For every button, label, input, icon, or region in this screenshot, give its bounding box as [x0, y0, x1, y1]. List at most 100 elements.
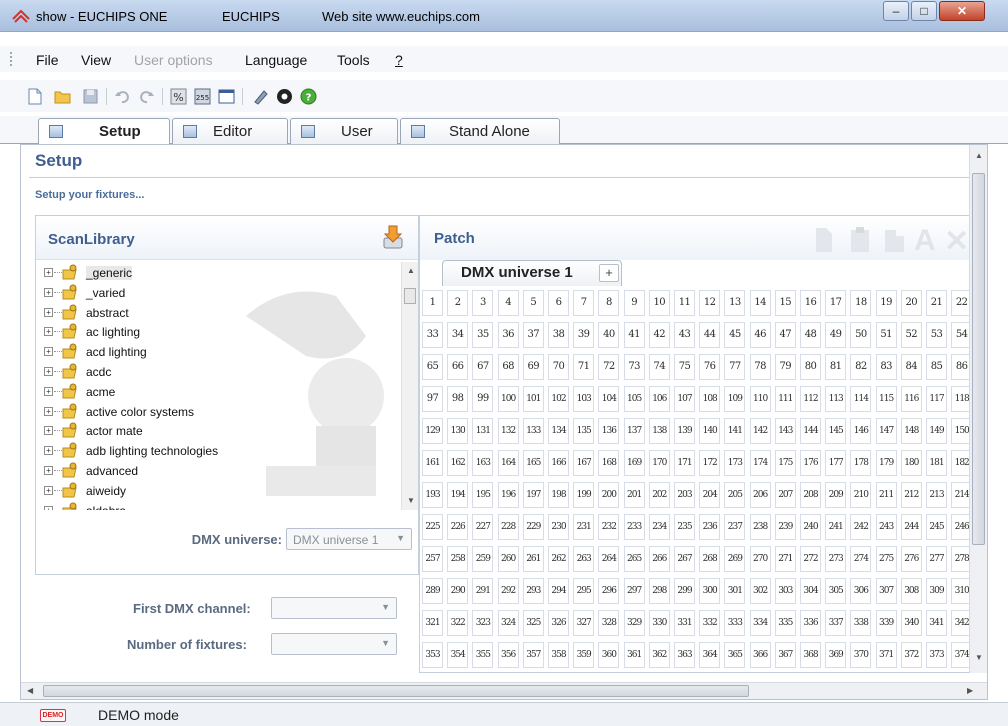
dmx-channel-cell[interactable]: 101: [522, 386, 544, 412]
expand-icon[interactable]: +: [44, 426, 53, 436]
dmx-channel-cell[interactable]: 363: [674, 642, 695, 668]
dmx-channel-cell[interactable]: 261: [522, 546, 544, 572]
dmx-channel-cell[interactable]: 230: [548, 514, 569, 540]
dmx-channel-cell[interactable]: 162: [447, 450, 469, 476]
dmx-channel-cell[interactable]: 79: [774, 354, 796, 380]
expand-icon[interactable]: +: [44, 327, 53, 337]
dmx-channel-cell[interactable]: 5: [522, 290, 544, 316]
dmx-channel-cell[interactable]: 169: [623, 450, 645, 476]
dmx-channel-cell[interactable]: 109: [724, 386, 746, 412]
dmx-channel-cell[interactable]: 353: [422, 642, 443, 668]
dmx-channel-cell[interactable]: 240: [800, 514, 821, 540]
dmx-channel-cell[interactable]: 181: [926, 450, 947, 476]
dmx-channel-cell[interactable]: 47: [774, 322, 796, 348]
close-button[interactable]: ✕: [939, 1, 985, 21]
dmx-channel-cell[interactable]: 242: [850, 514, 872, 540]
dmx-channel-cell[interactable]: 244: [900, 514, 922, 540]
dmx-channel-cell[interactable]: 359: [573, 642, 595, 668]
dmx-channel-cell[interactable]: 243: [875, 514, 897, 540]
dmx-channel-cell[interactable]: 324: [497, 610, 519, 636]
menu-tools[interactable]: Tools: [337, 52, 370, 68]
expand-icon[interactable]: +: [44, 268, 53, 277]
dmx-channel-cell[interactable]: 295: [573, 578, 595, 604]
dmx-channel-cell[interactable]: 365: [724, 642, 746, 668]
scroll-down-icon[interactable]: ▼: [975, 653, 983, 662]
dmx-channel-cell[interactable]: 41: [623, 322, 645, 348]
tree-scrollbar[interactable]: ▲ ▼: [401, 262, 418, 510]
minimize-button[interactable]: –: [883, 1, 909, 21]
dmx-channel-cell[interactable]: 46: [749, 322, 771, 348]
dmx-channel-cell[interactable]: 301: [724, 578, 746, 604]
dmx-channel-cell[interactable]: 275: [875, 546, 897, 572]
dmx-channel-cell[interactable]: 258: [447, 546, 469, 572]
dmx-channel-cell[interactable]: 238: [749, 514, 771, 540]
dmx-channel-cell[interactable]: 201: [623, 482, 645, 508]
dmx-channel-cell[interactable]: 361: [623, 642, 645, 668]
scroll-left-icon[interactable]: ◀: [27, 686, 33, 695]
dmx-channel-cell[interactable]: 194: [447, 482, 469, 508]
dmx-channel-cell[interactable]: 51: [875, 322, 897, 348]
menu-file[interactable]: File: [36, 52, 59, 68]
record-icon[interactable]: [276, 88, 293, 105]
dmx-channel-cell[interactable]: 17: [825, 290, 847, 316]
dmx-channel-cell[interactable]: 74: [648, 354, 670, 380]
dmx-channel-cell[interactable]: 270: [749, 546, 771, 572]
expand-icon[interactable]: +: [44, 505, 53, 510]
expand-icon[interactable]: +: [44, 367, 53, 376]
dmx-channel-cell[interactable]: 341: [926, 610, 947, 636]
dmx-channel-cell[interactable]: 170: [648, 450, 670, 476]
dmx-channel-cell[interactable]: 167: [573, 450, 595, 476]
dmx-channel-cell[interactable]: 65: [422, 354, 443, 380]
dmx-channel-cell[interactable]: 39: [573, 322, 595, 348]
dmx-channel-cell[interactable]: 139: [674, 418, 695, 444]
dmx-channel-cell[interactable]: 337: [825, 610, 847, 636]
dmx-channel-cell[interactable]: 331: [674, 610, 695, 636]
dmx-channel-cell[interactable]: 133: [522, 418, 544, 444]
dmx-channel-cell[interactable]: 298: [648, 578, 670, 604]
dmx-channel-cell[interactable]: 195: [472, 482, 494, 508]
dmx-channel-cell[interactable]: 83: [875, 354, 897, 380]
dmx-channel-cell[interactable]: 325: [522, 610, 544, 636]
dmx-channel-cell[interactable]: 264: [598, 546, 620, 572]
dmx-channel-cell[interactable]: 294: [548, 578, 569, 604]
dmx-channel-cell[interactable]: 111: [774, 386, 796, 412]
dmx-channel-cell[interactable]: 80: [800, 354, 821, 380]
dmx-channel-cell[interactable]: 208: [800, 482, 821, 508]
tree-scroll-up-icon[interactable]: ▲: [407, 266, 415, 275]
dmx-channel-cell[interactable]: 2: [447, 290, 469, 316]
dmx-channel-cell[interactable]: 45: [724, 322, 746, 348]
dmx-channel-cell[interactable]: 335: [774, 610, 796, 636]
dmx-channel-cell[interactable]: 73: [623, 354, 645, 380]
dmx-channel-cell[interactable]: 262: [548, 546, 569, 572]
dmx-channel-cell[interactable]: 355: [472, 642, 494, 668]
dmx-channel-cell[interactable]: 193: [422, 482, 443, 508]
dmx-channel-cell[interactable]: 291: [472, 578, 494, 604]
dmx-channel-cell[interactable]: 67: [472, 354, 494, 380]
main-vertical-scrollbar[interactable]: ▲ ▼: [969, 145, 987, 673]
dmx-channel-cell[interactable]: 370: [850, 642, 872, 668]
dmx-channel-cell[interactable]: 164: [497, 450, 519, 476]
dmx-channel-cell[interactable]: 213: [926, 482, 947, 508]
dmx-channel-cell[interactable]: 108: [699, 386, 721, 412]
dmx-channel-cell[interactable]: 81: [825, 354, 847, 380]
dmx-channel-cell[interactable]: 15: [774, 290, 796, 316]
dmx-channel-cell[interactable]: 239: [774, 514, 796, 540]
dmx-channel-cell[interactable]: 333: [724, 610, 746, 636]
dmx-channel-cell[interactable]: 148: [900, 418, 922, 444]
main-horizontal-scrollbar[interactable]: ◀ ▶: [21, 682, 987, 699]
dmx-channel-cell[interactable]: 53: [926, 322, 947, 348]
dmx-channel-cell[interactable]: 49: [825, 322, 847, 348]
dmx-channel-cell[interactable]: 309: [926, 578, 947, 604]
add-universe-button[interactable]: +: [599, 264, 619, 282]
dmx-channel-cell[interactable]: 334: [749, 610, 771, 636]
dmx-channel-cell[interactable]: 143: [774, 418, 796, 444]
dmx-channel-cell[interactable]: 268: [699, 546, 721, 572]
dmx-channel-cell[interactable]: 97: [422, 386, 443, 412]
dmx-channel-cell[interactable]: 300: [699, 578, 721, 604]
dmx-channel-cell[interactable]: 329: [623, 610, 645, 636]
dmx-channel-cell[interactable]: 98: [447, 386, 469, 412]
tree-scroll-thumb[interactable]: [404, 288, 416, 304]
dmx-channel-cell[interactable]: 360: [598, 642, 620, 668]
dmx-channel-cell[interactable]: 338: [850, 610, 872, 636]
first-dmx-channel-select[interactable]: ▼: [271, 597, 397, 619]
